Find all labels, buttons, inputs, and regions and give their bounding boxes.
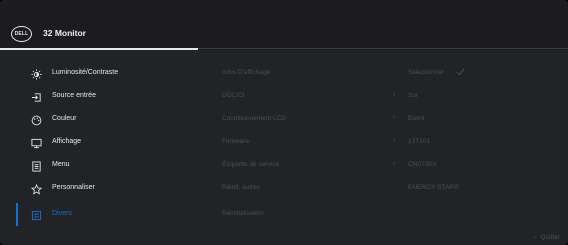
submenu-factory-reset[interactable]: Réinitialisation — [222, 203, 562, 226]
menu-item-others[interactable]: Divers — [0, 203, 205, 226]
submenu-key: Étiquette de service — [222, 161, 280, 168]
submenu-value: Eteint — [408, 115, 425, 122]
star-icon — [30, 183, 42, 195]
submenu-reset-others[interactable]: Réinit. autres ENERGY STAR® — [222, 177, 562, 200]
dell-logo: DELL — [11, 26, 32, 42]
submenu-key: Firmware — [222, 138, 250, 145]
menu-item-color[interactable]: Couleur — [0, 108, 205, 131]
submenu-key: Réinit. autres — [222, 184, 261, 191]
submenu-value: CN073K0 — [408, 161, 437, 168]
osd-header: DELL 32 Monitor — [0, 0, 568, 50]
energy-star-label: ENERGY STAR® — [408, 184, 459, 191]
input-source-icon — [30, 91, 42, 103]
submenu-key: Infos D'affichage — [222, 69, 271, 76]
menu-item-label: Luminosité/Contraste — [52, 69, 119, 76]
menu-item-label: Source entrée — [52, 92, 96, 99]
submenu-key: Réinitialisation — [222, 210, 264, 217]
submenu-value: 13T101 — [408, 138, 431, 145]
submenu-lcd-conditioning[interactable]: Conditionnement LCD › Eteint — [222, 108, 562, 131]
chevron-left-icon: ‹ — [533, 234, 536, 241]
submenu-service-tag: Étiquette de service › CN073K0 — [222, 154, 562, 177]
monitor-title: 32 Monitor — [43, 28, 86, 38]
menu-item-display[interactable]: Affichage — [0, 131, 205, 154]
color-palette-icon — [30, 114, 42, 126]
submenu-firmware: Firmware › 13T101 — [222, 131, 562, 154]
header-divider — [0, 48, 568, 50]
menu-item-brightness-contrast[interactable]: Luminosité/Contraste — [0, 62, 205, 85]
submenu-value: Sur — [408, 92, 419, 99]
menu-icon — [30, 160, 42, 172]
menu-item-input-source[interactable]: Source entrée — [0, 85, 205, 108]
menu-item-label: Divers — [52, 210, 72, 217]
chevron-right-icon: › — [393, 91, 396, 98]
exit-label: Quitter — [540, 234, 560, 241]
menu-item-label: Personnaliser — [52, 184, 95, 191]
chevron-right-icon: › — [393, 137, 396, 144]
others-icon — [30, 209, 42, 221]
brightness-icon — [30, 68, 42, 80]
chevron-right-icon: › — [393, 160, 396, 167]
checkmark-icon — [456, 67, 465, 76]
menu-item-menu[interactable]: Menu — [0, 154, 205, 177]
submenu-display-info[interactable]: Infos D'affichage Sélectionner — [222, 62, 562, 85]
submenu-key: DDC/CI — [222, 92, 245, 99]
chevron-right-icon: › — [393, 114, 396, 121]
submenu-key: Conditionnement LCD — [222, 115, 286, 122]
menu-item-label: Menu — [52, 161, 70, 168]
menu-item-label: Couleur — [52, 115, 77, 122]
menu-item-label: Affichage — [52, 138, 82, 145]
menu-item-personalize[interactable]: Personnaliser — [0, 177, 205, 200]
submenu-ddc-ci[interactable]: DDC/CI › Sur — [222, 85, 562, 108]
display-icon — [30, 137, 42, 149]
submenu-value: Sélectionner — [408, 69, 445, 76]
exit-button[interactable]: ‹ Quitter — [533, 234, 560, 241]
osd-menu: DELL 32 Monitor Luminosité/Contraste Sou… — [0, 0, 568, 245]
